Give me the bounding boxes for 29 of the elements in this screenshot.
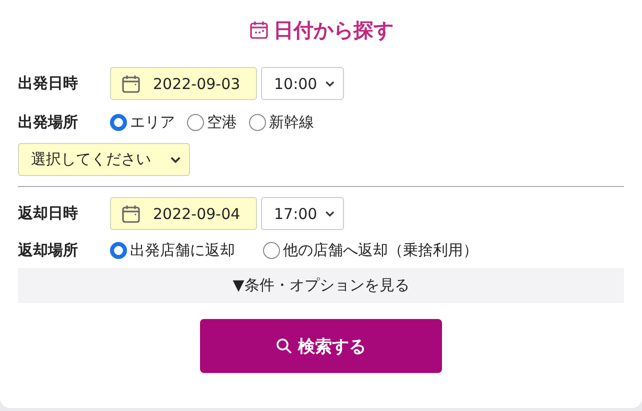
calendar-icon (121, 74, 141, 94)
options-toggle[interactable]: ▼条件・オプションを見る (18, 268, 624, 303)
field-label: 返却場所 (18, 241, 79, 260)
search-button[interactable]: 検索する (200, 319, 442, 373)
section-title: 日付から探す (274, 16, 394, 44)
date-field[interactable]: 2022-09-04 (110, 197, 257, 230)
time-select[interactable]: 10:00 (261, 67, 344, 100)
radio-label[interactable]: エリア (130, 113, 175, 132)
radio-button[interactable] (263, 242, 280, 259)
radio-button[interactable] (110, 242, 127, 259)
date-field[interactable]: 2022-09-03 (110, 67, 257, 100)
radio-button[interactable] (110, 114, 127, 131)
chevron-icon (170, 156, 181, 164)
calendar-icon (248, 20, 268, 40)
calendar-icon (121, 204, 141, 224)
field-label: 出発日時 (18, 74, 79, 93)
radio-label[interactable]: 出発店舗に返却 (130, 241, 235, 260)
place-select[interactable]: 選択してください (18, 143, 190, 176)
time-select[interactable]: 17:00 (261, 197, 344, 230)
radio-label[interactable]: 他の店舗へ返却（乗捨利用） (283, 241, 478, 260)
radio-label[interactable]: 新幹線 (269, 113, 314, 132)
search-icon (276, 338, 292, 354)
chevron-icon (325, 80, 335, 88)
chevron-icon (325, 210, 335, 218)
field-label: 返却日時 (18, 204, 79, 223)
field-label: 出発場所 (18, 113, 79, 132)
radio-button[interactable] (249, 114, 266, 131)
radio-button[interactable] (187, 114, 204, 131)
radio-label[interactable]: 空港 (207, 113, 237, 132)
